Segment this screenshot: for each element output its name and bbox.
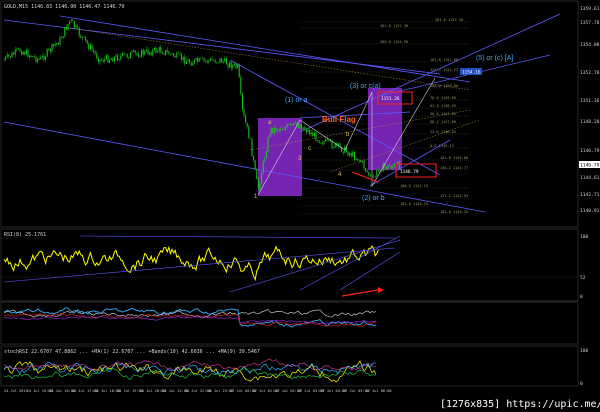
rsi-axis-label: 100 — [580, 234, 589, 240]
wave-3-or-c-label: (3) or c(a) — [350, 83, 381, 90]
rsi-line — [3, 245, 379, 282]
price-axis-label: 1359.61 — [580, 6, 600, 12]
fib-level-label: 50.0 1147.83 — [430, 112, 456, 116]
fib-level-label: 261.8 1157.30 — [435, 18, 463, 22]
fib-level-label: 161.8 1145.06 — [440, 156, 468, 160]
bull-flag-label: Bull Flag — [322, 115, 356, 124]
fib-level-label: 100.0 1142.15 — [400, 184, 428, 188]
price-axis-label: 1354.08 — [580, 42, 600, 48]
red-box-lower-label: 1146.79 — [400, 169, 419, 175]
wave-1-or-a-label: (1) or a — [285, 97, 308, 104]
wave-4-label: 4 — [338, 172, 342, 178]
stoch-panel-header: stochRSI 22.6707 47.8862 ... +MA(1) 22.6… — [4, 349, 260, 355]
stoch-rsi-panel — [3, 358, 377, 383]
stoch-axis-label: 100 — [580, 348, 589, 354]
trading-chart-window: 1151.26 1146.79 (1) or a (3) or c(a) (2)… — [0, 0, 600, 412]
price-axis-label: 1142.71 — [580, 192, 600, 198]
blue-price-tag-label: 1154.16 — [462, 70, 481, 76]
fib-level-label: 138.2 1145.77 — [440, 166, 468, 170]
wave-1-label: 1 — [254, 194, 258, 200]
fib-level-label: 161.8 1140.15 — [400, 202, 428, 206]
rsi-axis-label: 52 — [580, 275, 586, 281]
fib-level-label: 23.6 1146.43 — [430, 130, 456, 134]
fib-level-label: 161.8 1152.68 — [430, 58, 458, 62]
rsi-panel-header: RSI(8) 25.1761 — [4, 232, 46, 238]
wave-c-label: c — [308, 146, 311, 152]
rsi-panel — [2, 235, 577, 297]
middle-indicator-panel — [3, 307, 377, 328]
fib-level-label: 127.2 1151.23 — [430, 68, 458, 72]
wave-b-label: b — [346, 132, 350, 138]
rsi-axis: 100 52 0 — [580, 234, 589, 300]
rsi-axis-label: 0 — [580, 294, 583, 300]
price-axis-label: 1144.61 — [580, 175, 600, 181]
price-axis-label: 1140.91 — [580, 208, 600, 214]
time-axis-label: 27 Jul 06:00 — [366, 389, 392, 393]
fib-level-label: 161.8 1140.45 — [440, 210, 468, 214]
time-axis: 24 Jul 201524 Jul 15:0024 Jul 16:0024 Ju… — [4, 389, 392, 393]
current-price-label: 1146.79 — [580, 163, 600, 169]
fib-level-label: 0.0 1145.13 — [430, 144, 454, 148]
fib-level-label: 61.8 1148.45 — [430, 104, 456, 108]
watermark-text: [1276x835] https://upic.me/ — [440, 399, 600, 410]
main-panel-header: GOLD,M15 1146.83 1146.90 1146.47 1146.79 — [4, 4, 124, 10]
fib-level-label: 161.8 1157.30 — [380, 24, 408, 28]
fib-level-label: 200.0 1154.90 — [380, 40, 408, 44]
price-axis: 1359.61 1357.78 1354.08 1352.78 1351.36 1148.… — [580, 6, 600, 214]
wave-5-or-c-label: (5) or (c) [A] — [476, 55, 513, 62]
red-arrow-rsi — [341, 289, 379, 297]
price-axis-label: 1352.78 — [580, 70, 600, 76]
price-axis-label: 1357.78 — [580, 20, 600, 26]
stoch-axis: 100 0 — [580, 348, 589, 387]
price-axis-label: 1146.79 — [580, 148, 600, 154]
stoch-axis-label: 0 — [580, 381, 583, 387]
fib-level-label: 38.2 1147.00 — [430, 120, 456, 124]
wave-2-or-b-label: (2) or b — [362, 195, 385, 202]
red-arrow-rsi-head — [378, 287, 384, 293]
fib-level-label: 78.6 1149.56 — [430, 96, 456, 100]
time-axis-label: 24 Jul 2015 — [4, 389, 28, 393]
fib-level-label: 127.2 1142.93 — [440, 194, 468, 198]
red-box-upper-label: 1151.26 — [381, 96, 400, 102]
price-axis-label: 1351.36 — [580, 98, 600, 104]
fib-level-label: 100.0 1150.80 — [430, 84, 458, 88]
price-axis-label: 1148.20 — [580, 119, 600, 125]
